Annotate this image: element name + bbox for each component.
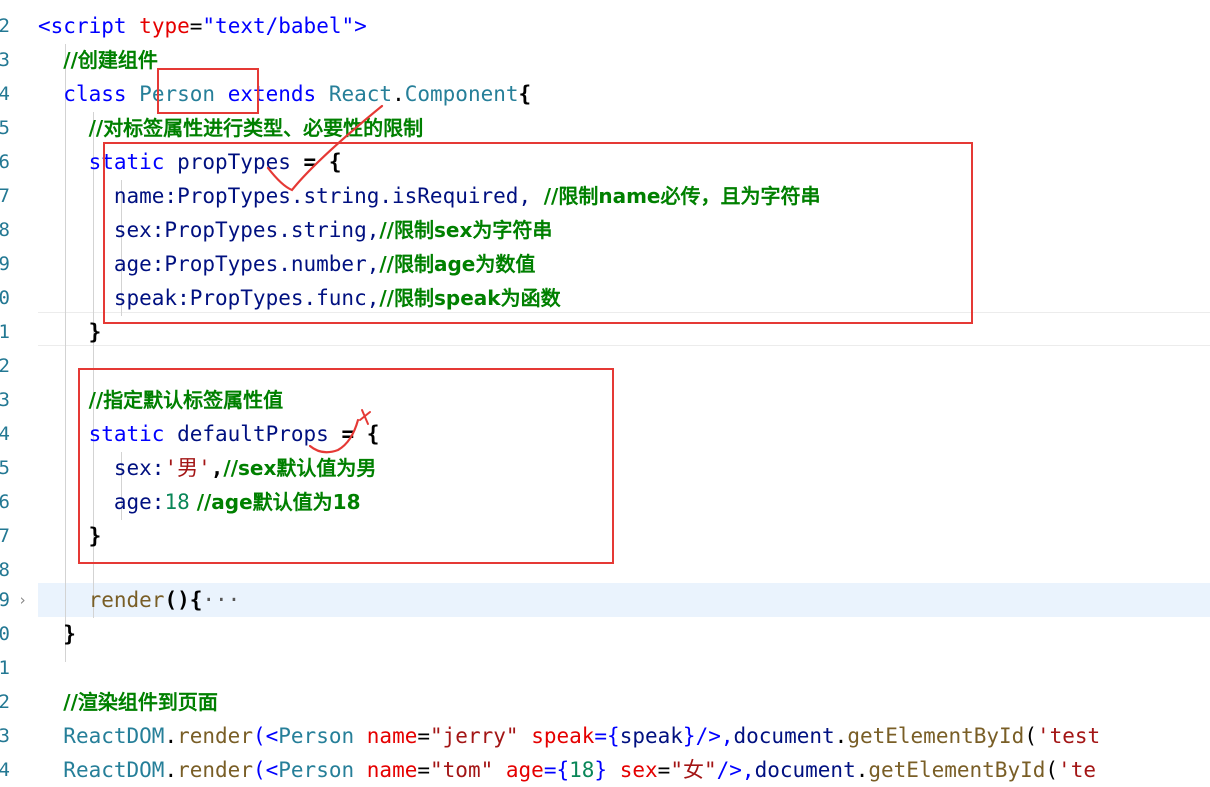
folded-region-ellipsis[interactable]: ··· bbox=[202, 588, 240, 612]
punctuation: . bbox=[392, 82, 405, 106]
function-name: render bbox=[177, 724, 253, 748]
line-number: 2 bbox=[0, 15, 10, 37]
code-line-render-call-1[interactable]: ReactDOM.render(<Person name="jerry" spe… bbox=[38, 719, 1210, 753]
line-number: 4 bbox=[0, 83, 10, 105]
annotation-box-proptypes bbox=[103, 142, 973, 324]
line-number: 7 bbox=[0, 525, 10, 547]
function-name: render bbox=[177, 758, 253, 782]
punctuation: ={ bbox=[594, 724, 620, 748]
line-number: 5 bbox=[0, 117, 10, 139]
line-number: 3 bbox=[0, 725, 10, 747]
punctuation: . bbox=[855, 758, 869, 782]
line-number: 2 bbox=[0, 691, 10, 713]
line-number: 2 bbox=[0, 355, 10, 377]
string-literal: "jerry" bbox=[430, 724, 519, 748]
keyword: class bbox=[63, 82, 127, 106]
line-number: 1 bbox=[0, 657, 10, 679]
attribute-value: "text/babel" bbox=[202, 14, 355, 38]
jsx-attribute: name bbox=[366, 758, 418, 782]
code-line-render-folded[interactable]: render(){··· bbox=[38, 583, 1210, 617]
function-name: getElementById bbox=[868, 758, 1046, 782]
jsx-attribute: sex bbox=[619, 758, 658, 782]
punctuation: } bbox=[594, 758, 608, 782]
identifier: document bbox=[754, 758, 856, 782]
identifier: ReactDOM bbox=[63, 724, 165, 748]
brace: { bbox=[518, 82, 532, 106]
fold-expand-chevron-icon[interactable]: › bbox=[18, 583, 27, 617]
line-number: 9 bbox=[0, 589, 10, 611]
punctuation: . bbox=[164, 724, 178, 748]
line-number: 5 bbox=[0, 457, 10, 479]
string-literal: "tom" bbox=[430, 758, 494, 782]
jsx-bracket: />, bbox=[716, 758, 755, 782]
line-number: 8 bbox=[0, 219, 10, 241]
punctuation: . bbox=[834, 724, 848, 748]
annotation-box-person bbox=[157, 68, 259, 114]
comment: //创建组件 bbox=[63, 48, 158, 72]
jsx-bracket: (< bbox=[252, 724, 279, 748]
line-number: 4 bbox=[0, 759, 10, 781]
jsx-component: Person bbox=[278, 758, 355, 782]
line-number: 4 bbox=[0, 423, 10, 445]
annotation-box-defaultprops bbox=[78, 368, 614, 564]
string-literal: "女" bbox=[670, 758, 717, 782]
identifier: Component bbox=[404, 82, 519, 106]
code-line-class-close[interactable]: } bbox=[38, 617, 1210, 651]
comment: //渲染组件到页面 bbox=[63, 690, 218, 714]
code-line-render-call-2[interactable]: ReactDOM.render(<Person name="tom" age={… bbox=[38, 753, 1210, 787]
tag-name: script bbox=[50, 14, 127, 38]
code-line-comment[interactable]: //对标签属性进行类型、必要性的限制 bbox=[38, 111, 1210, 145]
brace: } bbox=[88, 320, 102, 344]
number-literal: 18 bbox=[569, 758, 595, 782]
line-number: 7 bbox=[0, 185, 10, 207]
punctuation: }/>, bbox=[682, 724, 734, 748]
jsx-component: Person bbox=[278, 724, 355, 748]
identifier: speak bbox=[619, 724, 683, 748]
identifier: ReactDOM bbox=[63, 758, 165, 782]
line-number: 0 bbox=[0, 287, 10, 309]
function-name: getElementById bbox=[847, 724, 1025, 748]
punctuation: ( bbox=[1024, 724, 1037, 748]
line-number: 9 bbox=[0, 253, 10, 275]
line-number: 3 bbox=[0, 389, 10, 411]
code-line-comment[interactable]: //渲染组件到页面 bbox=[38, 685, 1210, 719]
jsx-attribute: speak bbox=[531, 724, 595, 748]
jsx-attribute: age bbox=[505, 758, 544, 782]
string-literal: 'te bbox=[1058, 758, 1096, 782]
comment: //对标签属性进行类型、必要性的限制 bbox=[88, 116, 424, 140]
line-number: 8 bbox=[0, 559, 10, 581]
string-literal: 'test bbox=[1036, 724, 1101, 748]
identifier: document bbox=[733, 724, 835, 748]
tag-bracket: < bbox=[38, 14, 51, 38]
method-name: render bbox=[88, 588, 165, 612]
brace: } bbox=[63, 622, 76, 646]
line-number: 6 bbox=[0, 491, 10, 513]
punctuation: ={ bbox=[543, 758, 570, 782]
line-number: 1 bbox=[0, 321, 10, 343]
identifier: React bbox=[328, 82, 393, 106]
punctuation: (){ bbox=[164, 588, 203, 612]
punctuation: ( bbox=[1045, 758, 1059, 782]
line-number: 6 bbox=[0, 151, 10, 173]
operator: = bbox=[189, 14, 203, 38]
tag-bracket: > bbox=[354, 14, 367, 38]
line-number: 3 bbox=[0, 49, 10, 71]
attribute-name: type bbox=[139, 14, 190, 38]
jsx-bracket: (< bbox=[252, 758, 279, 782]
line-number: 0 bbox=[0, 623, 10, 645]
punctuation: . bbox=[164, 758, 178, 782]
jsx-attribute: name bbox=[366, 724, 418, 748]
code-line-script-open[interactable]: <script type="text/babel"> bbox=[38, 9, 1210, 43]
